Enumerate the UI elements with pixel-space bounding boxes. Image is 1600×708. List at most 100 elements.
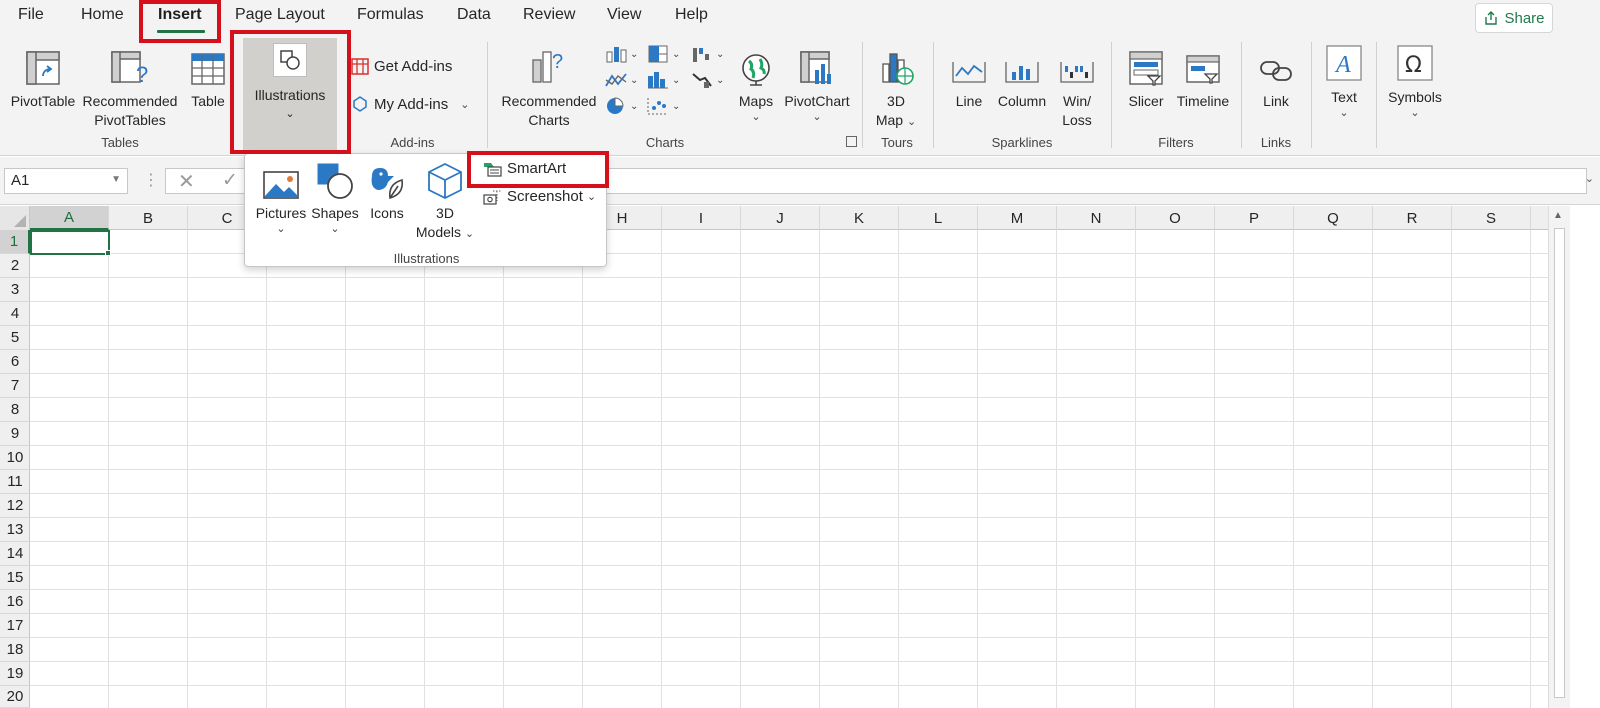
timeline-icon <box>1186 55 1220 84</box>
row-header[interactable]: 17 <box>0 614 30 638</box>
svg-text:?: ? <box>136 62 148 86</box>
tab-help[interactable]: Help <box>675 6 708 24</box>
tab-insert[interactable]: Insert <box>158 6 202 24</box>
recommended-pivottables-line2: PivotTables <box>94 112 166 128</box>
slicer-button[interactable]: Slicer <box>1122 42 1170 111</box>
3d-models-button[interactable]: 3D Models ⌄ <box>411 160 479 244</box>
column-header[interactable]: K <box>820 206 899 230</box>
active-cell-a1[interactable] <box>30 230 110 255</box>
link-button[interactable]: Link <box>1254 42 1298 111</box>
tab-file[interactable]: File <box>18 6 44 24</box>
tab-review[interactable]: Review <box>523 6 575 24</box>
tab-view[interactable]: View <box>607 6 641 24</box>
recommended-charts-button[interactable]: ? Recommended Charts <box>496 42 602 130</box>
tab-page-layout[interactable]: Page Layout <box>235 6 325 24</box>
name-box-chevron-icon[interactable]: ▼ <box>111 174 121 185</box>
smartart-button[interactable]: SmartArt <box>483 160 566 177</box>
column-header[interactable]: B <box>109 206 188 230</box>
scrollbar-thumb[interactable] <box>1554 228 1565 698</box>
maps-button[interactable]: Maps ⌄ <box>734 42 778 123</box>
fill-handle[interactable] <box>105 250 111 256</box>
hierarchy-chart-button[interactable]: ⌄ <box>646 44 680 64</box>
my-addins-button[interactable]: My Add-ins ⌄ <box>350 94 469 114</box>
scatter-chart-icon <box>647 98 668 115</box>
symbols-chevron-icon: ⌄ <box>1410 107 1420 119</box>
row-header[interactable]: 8 <box>0 398 30 422</box>
sparkline-winloss-button[interactable]: Win/ Loss <box>1054 42 1100 130</box>
row-header[interactable]: 20 <box>0 686 30 708</box>
3d-models-icon <box>428 162 462 200</box>
row-header[interactable]: 16 <box>0 590 30 614</box>
column-header[interactable]: L <box>899 206 978 230</box>
statistic-chart-button[interactable]: ⌄ <box>646 70 680 90</box>
column-header[interactable]: A <box>30 206 109 230</box>
row-header[interactable]: 19 <box>0 662 30 686</box>
row-header[interactable]: 3 <box>0 278 30 302</box>
illustrations-button[interactable]: Illustrations ⌄ <box>243 38 337 152</box>
row-header[interactable]: 1 <box>0 230 30 254</box>
maps-chevron-icon: ⌄ <box>751 111 761 123</box>
row-header[interactable]: 5 <box>0 326 30 350</box>
column-header[interactable]: N <box>1057 206 1136 230</box>
column-header[interactable]: S <box>1452 206 1531 230</box>
row-header[interactable]: 12 <box>0 494 30 518</box>
expand-formula-bar-icon[interactable]: ⌄ <box>1585 172 1594 185</box>
shapes-button[interactable]: Shapes ⌄ <box>309 160 361 235</box>
combo-chart-button[interactable]: ⌄ <box>690 70 724 90</box>
charts-dialog-launcher[interactable] <box>846 136 857 147</box>
recommended-pivottables-line1: Recommended <box>82 93 178 109</box>
share-label: Share <box>1504 9 1545 27</box>
row-header[interactable]: 2 <box>0 254 30 278</box>
tab-data[interactable]: Data <box>457 6 491 24</box>
row-header[interactable]: 4 <box>0 302 30 326</box>
enter-icon[interactable]: ✓ <box>222 169 238 192</box>
3d-map-button[interactable]: 3D Map ⌄ <box>870 42 922 132</box>
pivotchart-button[interactable]: PivotChart ⌄ <box>782 42 852 123</box>
row-header[interactable]: 14 <box>0 542 30 566</box>
icons-button[interactable]: Icons <box>363 160 411 223</box>
pictures-button[interactable]: Pictures ⌄ <box>253 160 309 235</box>
symbols-label: Symbols <box>1388 89 1442 105</box>
screenshot-button[interactable]: Screenshot ⌄ <box>483 188 596 205</box>
pivottable-button[interactable]: PivotTable <box>8 42 78 111</box>
column-header[interactable]: O <box>1136 206 1215 230</box>
line-chart-icon <box>605 73 627 87</box>
sparkline-line-button[interactable]: Line <box>946 42 992 111</box>
timeline-button[interactable]: Timeline <box>1172 42 1234 111</box>
name-box[interactable]: A1 ▼ <box>4 168 128 194</box>
row-header[interactable]: 9 <box>0 422 30 446</box>
recommended-pivottables-button[interactable]: ? Recommended PivotTables <box>80 42 180 130</box>
tab-formulas[interactable]: Formulas <box>357 6 424 24</box>
pie-chart-button[interactable]: ⌄ <box>604 96 638 116</box>
column-header[interactable]: I <box>662 206 741 230</box>
row-header[interactable]: 18 <box>0 638 30 662</box>
vertical-scrollbar[interactable]: ▲ <box>1548 206 1570 708</box>
sparkline-column-button[interactable]: Column <box>994 42 1050 111</box>
row-header[interactable]: 10 <box>0 446 30 470</box>
cancel-icon[interactable]: ✕ <box>178 169 195 194</box>
row-header[interactable]: 15 <box>0 566 30 590</box>
symbols-button[interactable]: Ω Symbols ⌄ <box>1384 38 1446 119</box>
cell-grid[interactable] <box>30 230 1548 708</box>
row-header[interactable]: 11 <box>0 470 30 494</box>
table-button[interactable]: Table <box>186 42 230 111</box>
get-addins-button[interactable]: Get Add-ins <box>350 56 452 76</box>
separator <box>1311 42 1312 148</box>
column-chart-button[interactable]: ⌄ <box>604 44 638 64</box>
scatter-chart-button[interactable]: ⌄ <box>646 96 680 116</box>
row-header[interactable]: 13 <box>0 518 30 542</box>
tab-home[interactable]: Home <box>81 6 124 24</box>
column-header[interactable]: M <box>978 206 1057 230</box>
select-all-corner[interactable] <box>0 206 30 230</box>
scroll-up-icon[interactable]: ▲ <box>1553 210 1563 221</box>
row-header[interactable]: 7 <box>0 374 30 398</box>
column-header[interactable]: J <box>741 206 820 230</box>
line-chart-button[interactable]: ⌄ <box>604 70 638 90</box>
share-button[interactable]: Share <box>1475 3 1553 33</box>
column-header[interactable]: R <box>1373 206 1452 230</box>
waterfall-chart-button[interactable]: ⌄ <box>690 44 724 64</box>
column-header[interactable]: Q <box>1294 206 1373 230</box>
row-header[interactable]: 6 <box>0 350 30 374</box>
text-button[interactable]: A Text ⌄ <box>1322 38 1366 119</box>
column-header[interactable]: P <box>1215 206 1294 230</box>
